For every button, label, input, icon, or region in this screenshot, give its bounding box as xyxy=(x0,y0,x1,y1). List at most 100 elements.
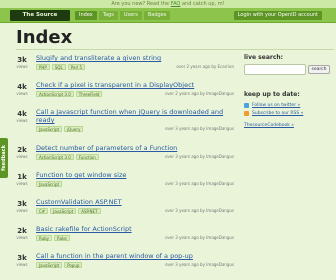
question-meta: Ruby Rake over 3 years ago by ImageDangus xyxy=(36,235,234,241)
tag[interactable]: ThreeField xyxy=(75,91,103,97)
question-title-link[interactable]: Basic rakefile for ActionScript xyxy=(36,225,234,233)
question-title-link[interactable]: Call a function in the parent window of … xyxy=(36,252,234,260)
question-title-link[interactable]: Call a Javascript function when jQuery i… xyxy=(36,108,234,124)
rss-link[interactable]: Subscribe to our RSS » xyxy=(244,110,334,117)
question-row: 2k views Detect number of parameters of … xyxy=(16,144,234,161)
tag[interactable]: JavaScript xyxy=(36,126,63,132)
view-count-number: 4k xyxy=(17,83,27,91)
tag[interactable]: Function xyxy=(75,154,99,160)
tag-list: C# JavaScript ASP.NET xyxy=(36,208,101,214)
question-body: Function to get window size JavaScript o… xyxy=(36,171,234,187)
question-title-link[interactable]: Slugify and transliterate a given string xyxy=(36,54,234,62)
tag[interactable]: JavaScript xyxy=(36,262,63,268)
question-row: 4k views Call a Javascript function when… xyxy=(16,108,234,134)
tag-list: JavaScript Popup xyxy=(36,262,83,268)
view-count-number: 2k xyxy=(17,146,27,154)
tag[interactable]: jQuery xyxy=(64,126,84,132)
tag[interactable]: Ruby xyxy=(36,235,53,241)
question-meta: JavaScript over 3 years ago by ImageDang… xyxy=(36,181,234,187)
rss-link-label: Subscribe to our RSS » xyxy=(252,111,304,116)
promo-link[interactable]: ThesourceCodebook » xyxy=(244,123,334,129)
question-body: CustomValidation ASP.NET C# JavaScript ASP… xyxy=(36,198,234,214)
tag-list: JavaScript jQuery xyxy=(36,126,84,132)
view-count-label: views xyxy=(16,154,28,159)
view-count-label: views xyxy=(16,181,28,186)
question-meta: ActionScript 3.0 ThreeField over 2 years … xyxy=(36,91,234,97)
nav-tags[interactable]: Tags xyxy=(98,11,118,20)
tag[interactable]: C# xyxy=(36,208,49,214)
question-row: 1k views Function to get window size Jav… xyxy=(16,171,234,188)
search-button[interactable]: search xyxy=(308,65,330,74)
question-meta: ActionScript 3.0 Function over 3 years ag… xyxy=(36,154,234,160)
rss-icon xyxy=(244,111,249,116)
view-count-number: 2k xyxy=(17,227,27,235)
asked-info: over 3 years ago by ImageDangus xyxy=(165,154,234,159)
view-count-label: views xyxy=(16,91,28,96)
question-title-link[interactable]: Check if a pixel is transparent in a Dis… xyxy=(36,81,234,89)
asked-info: over 3 years ago by ImageDangus xyxy=(165,235,234,240)
view-count: 2k views xyxy=(16,146,28,159)
faq-link[interactable]: FAQ xyxy=(171,1,181,7)
view-count-label: views xyxy=(16,208,28,213)
asked-info: over 3 years ago by ImageDangus xyxy=(165,181,234,186)
view-count: 3k views xyxy=(16,254,28,267)
updates-heading: keep up to date: xyxy=(244,91,300,98)
question-body: Call a Javascript function when jQuery i… xyxy=(36,108,234,132)
tag[interactable]: JavaScript xyxy=(36,181,63,187)
tag[interactable]: ActionScript 3.0 xyxy=(36,91,74,97)
view-count-number: 3k xyxy=(17,254,27,262)
question-row: 4k views Check if a pixel is transparent… xyxy=(16,81,234,98)
site-header: The Source CodeBook Index Tags Users Bad… xyxy=(0,8,336,29)
nav-users[interactable]: Users xyxy=(119,11,142,20)
tag[interactable]: PHP xyxy=(36,64,50,70)
view-count: 4k views xyxy=(16,110,28,123)
tag[interactable]: ActionScript 3.0 xyxy=(36,154,74,160)
tag[interactable]: SQL xyxy=(51,64,66,70)
nav-index[interactable]: Index xyxy=(75,11,97,20)
tag-list: JavaScript xyxy=(36,181,63,187)
view-count: 1k views xyxy=(16,173,28,186)
question-title-link[interactable]: Detect number of parameters of a Functio… xyxy=(36,144,234,152)
question-body: Call a function in the parent window of … xyxy=(36,252,234,268)
search-input[interactable] xyxy=(244,64,306,75)
page-title: Index xyxy=(16,27,73,48)
feedback-label: feedback xyxy=(1,145,7,171)
site-logo[interactable]: The Source CodeBook xyxy=(10,10,70,29)
view-count: 2k views xyxy=(16,227,28,240)
tag[interactable]: ASP.NET xyxy=(78,208,101,214)
asked-info: over 3 years ago by ImageDangus xyxy=(165,208,234,213)
page: Are you new? Read the FAQ and catch up, … xyxy=(0,0,336,280)
twitter-icon xyxy=(244,103,249,108)
twitter-link[interactable]: Follow us on twitter » xyxy=(244,102,334,109)
asked-info: over 3 years ago by ImageDangus xyxy=(165,126,234,131)
tag-list: ActionScript 3.0 Function xyxy=(36,154,99,160)
question-row: 3k views Slugify and transliterate a giv… xyxy=(16,54,234,71)
asked-info: over 2 years ago by ImageDangus xyxy=(165,91,234,96)
question-meta: JavaScript jQuery over 3 years ago by Ima… xyxy=(36,126,234,132)
asked-info: over 3 years ago by ImageDangus xyxy=(165,262,234,267)
tag[interactable]: JavaScript xyxy=(50,208,77,214)
tag[interactable]: Rake xyxy=(54,235,70,241)
tag[interactable]: Perl 5 xyxy=(67,64,86,70)
search-heading: live search: xyxy=(244,54,284,61)
tag-list: ActionScript 3.0 ThreeField xyxy=(36,91,103,97)
login-button[interactable]: Login with your OpenID account xyxy=(233,11,322,20)
notice-prefix: Are you new? Read the xyxy=(111,1,170,7)
new-user-notice: Are you new? Read the FAQ and catch up, … xyxy=(0,0,336,8)
updates-list: Follow us on twitter » Subscribe to our … xyxy=(244,102,334,117)
question-row: 3k views Call a function in the parent w… xyxy=(16,252,234,269)
view-count-label: views xyxy=(16,64,28,69)
question-title-link[interactable]: CustomValidation ASP.NET xyxy=(36,198,234,206)
view-count: 3k views xyxy=(16,200,28,213)
view-count-label: views xyxy=(16,118,28,123)
feedback-tab[interactable]: feedback xyxy=(0,138,8,178)
view-count-number: 4k xyxy=(17,110,27,118)
sidebar: live search: search keep up to date: Fol… xyxy=(244,54,334,129)
view-count-label: views xyxy=(16,235,28,240)
title-divider xyxy=(16,49,334,50)
view-count-number: 3k xyxy=(17,56,27,64)
tag-list: PHP SQL Perl 5 xyxy=(36,64,86,70)
tag[interactable]: Popup xyxy=(64,262,83,268)
question-title-link[interactable]: Function to get window size xyxy=(36,171,234,179)
nav-badges[interactable]: Badges xyxy=(143,11,171,20)
